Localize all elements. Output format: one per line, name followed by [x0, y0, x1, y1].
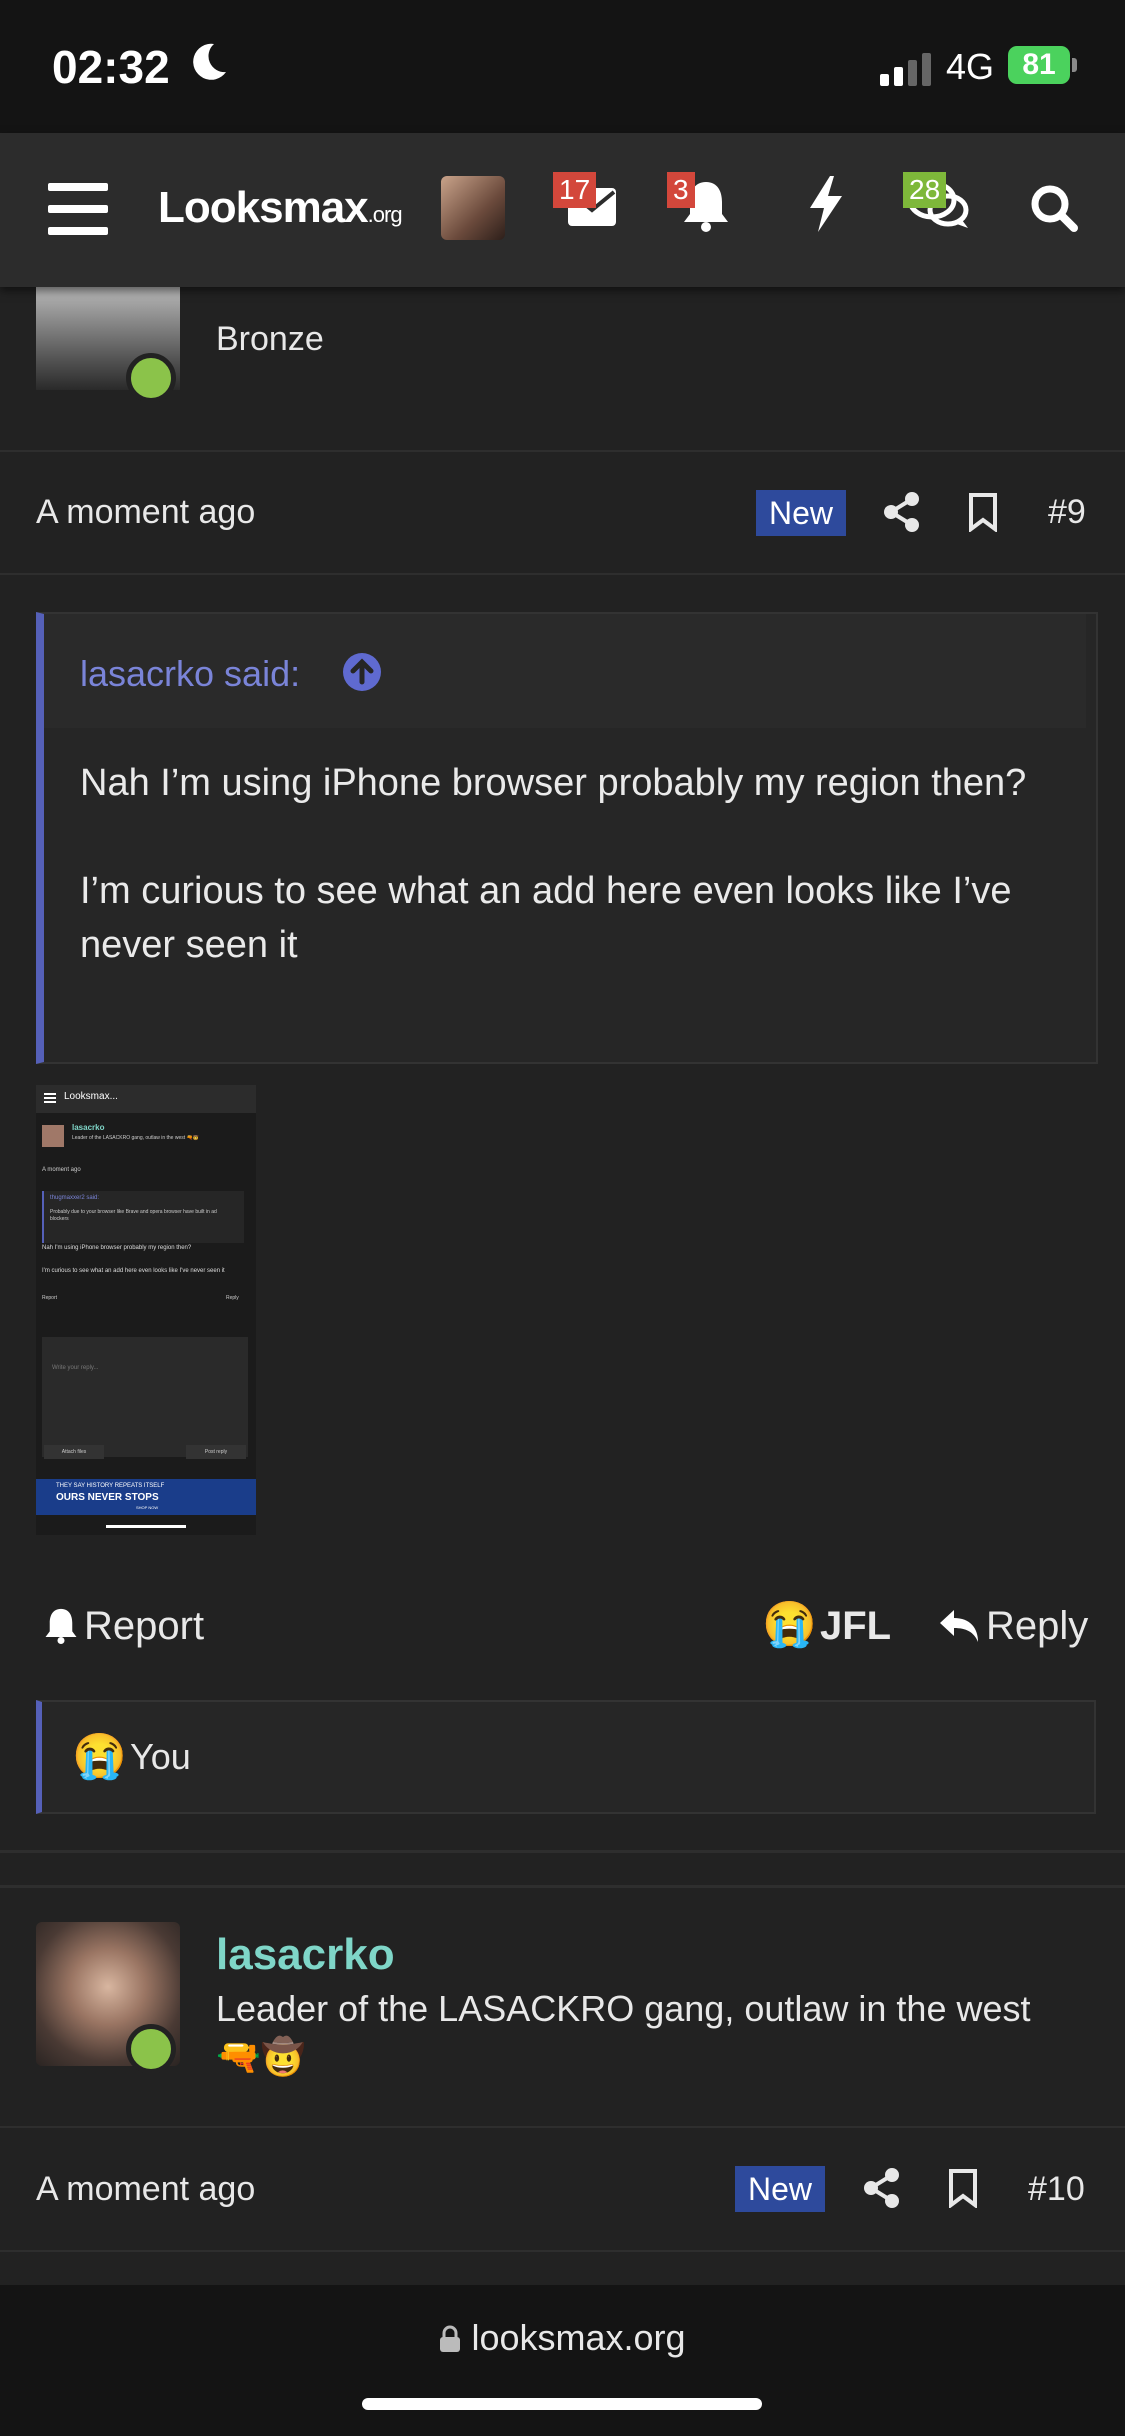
reply-link[interactable]: Reply [986, 1604, 1088, 1649]
address-field[interactable]: looksmax.org [0, 2317, 1125, 2359]
battery-tip [1072, 58, 1077, 72]
messages-count-badge: 17 [553, 172, 597, 208]
share-icon[interactable] [864, 2168, 900, 2208]
reply-arrow-icon[interactable] [938, 1608, 980, 1644]
thumb-reply: Reply [226, 1295, 239, 1301]
reactions-bar[interactable] [36, 1700, 1096, 1814]
lightning-bolt-icon[interactable] [808, 176, 844, 232]
user-title-emoji: 🔫🤠 [216, 2036, 306, 2077]
search-icon[interactable] [1030, 184, 1078, 232]
thumb-report: Report [42, 1295, 58, 1301]
url-text: looksmax.org [471, 2317, 686, 2358]
thumb-home-indicator [106, 1525, 186, 1528]
thumb-avatar [42, 1125, 64, 1147]
new-badge: New [756, 490, 846, 536]
thumb-body1: Nah I'm using iPhone browser probably my… [42, 1245, 192, 1251]
battery-level: 81 [1008, 46, 1070, 84]
thumb-ad-line2: OURS NEVER STOPS [56, 1492, 159, 1503]
thumb-quote-author: thugmaxxer2 said: [50, 1195, 100, 1201]
user-avatar[interactable] [441, 176, 505, 240]
new-badge: New [735, 2166, 825, 2212]
quote-text: Nah I’m using iPhone browser probably my… [80, 756, 1070, 972]
divider [0, 2126, 1125, 2128]
reactions-users[interactable]: You [130, 1736, 191, 1778]
divider [0, 450, 1125, 452]
thumb-editor-placeholder: Write your reply... [52, 1365, 99, 1371]
report-bell-icon[interactable] [44, 1606, 78, 1644]
thumb-menu-icon [44, 1093, 56, 1095]
logo-text: Looksmax [158, 183, 369, 232]
online-indicator [126, 353, 176, 403]
browser-address-bar [0, 2285, 1125, 2436]
post-timestamp[interactable]: A moment ago [36, 2170, 255, 2209]
do-not-disturb-moon-icon [193, 43, 226, 80]
thumb-user-title: Leader of the LASACKRO gang, outlaw in t… [72, 1135, 199, 1141]
online-indicator [126, 2024, 176, 2074]
divider [0, 1850, 1125, 1853]
status-time: 02:32 [52, 41, 170, 93]
share-icon[interactable] [884, 492, 920, 532]
user-title-text: Leader of the LASACKRO gang, outlaw in t… [216, 1988, 1031, 2029]
alerts-count-badge: 3 [667, 172, 695, 208]
go-to-quote-arrow-icon[interactable] [342, 652, 382, 692]
quote-paragraph: I’m curious to see what an add here even… [80, 870, 1012, 966]
attached-screenshot[interactable]: Looksmax... lasacrko Leader of the LASAC… [36, 1085, 256, 1535]
post-timestamp[interactable]: A moment ago [36, 493, 255, 532]
user-title: Bronze [216, 320, 324, 358]
logo-suffix: .org [367, 202, 403, 227]
thumb-quote-text: Probably due to your browser like Brave … [50, 1209, 217, 1222]
quote-author-link[interactable]: lasacrko said: [80, 653, 300, 695]
thumb-editor [42, 1337, 248, 1457]
chats-count-badge: 28 [903, 172, 947, 208]
network-type: 4G [946, 46, 995, 87]
thumb-logo: Looksmax... [64, 1091, 118, 1102]
bookmark-icon[interactable] [968, 492, 998, 532]
report-link[interactable]: Report [84, 1604, 204, 1649]
post-number[interactable]: #10 [1028, 2170, 1085, 2209]
thumb-body2: I'm curious to see what an add here even… [42, 1268, 225, 1274]
quote-paragraph: Nah I’m using iPhone browser probably my… [80, 762, 1027, 804]
react-button[interactable]: JFL [820, 1604, 891, 1649]
divider [0, 573, 1125, 575]
thumb-time: A moment ago [42, 1167, 81, 1173]
thumb-attach: Attach files [44, 1445, 104, 1459]
crying-emoji-icon: 😭 [72, 1732, 127, 1781]
bookmark-icon[interactable] [948, 2168, 978, 2208]
home-indicator[interactable] [362, 2398, 762, 2410]
thumb-post-reply: Post reply [186, 1445, 246, 1459]
crying-emoji-icon[interactable]: 😭 [762, 1598, 817, 1650]
lock-icon [440, 2325, 461, 2352]
thumb-ad-cta: SHOP NOW [136, 1505, 159, 1510]
divider [0, 1885, 1125, 1888]
username-link[interactable]: lasacrko [216, 1930, 395, 1980]
site-logo[interactable]: Looksmax.org [158, 183, 403, 233]
divider [0, 2250, 1125, 2252]
user-title: Leader of the LASACKRO gang, outlaw in t… [216, 1985, 1096, 2081]
hamburger-menu-icon[interactable] [48, 183, 108, 235]
thumb-ad-line1: THEY SAY HISTORY REPEATS ITSELF [56, 1483, 165, 1489]
cellular-signal-icon [880, 53, 931, 86]
thumb-username: lasacrko [72, 1123, 105, 1132]
post-number[interactable]: #9 [1048, 493, 1086, 532]
